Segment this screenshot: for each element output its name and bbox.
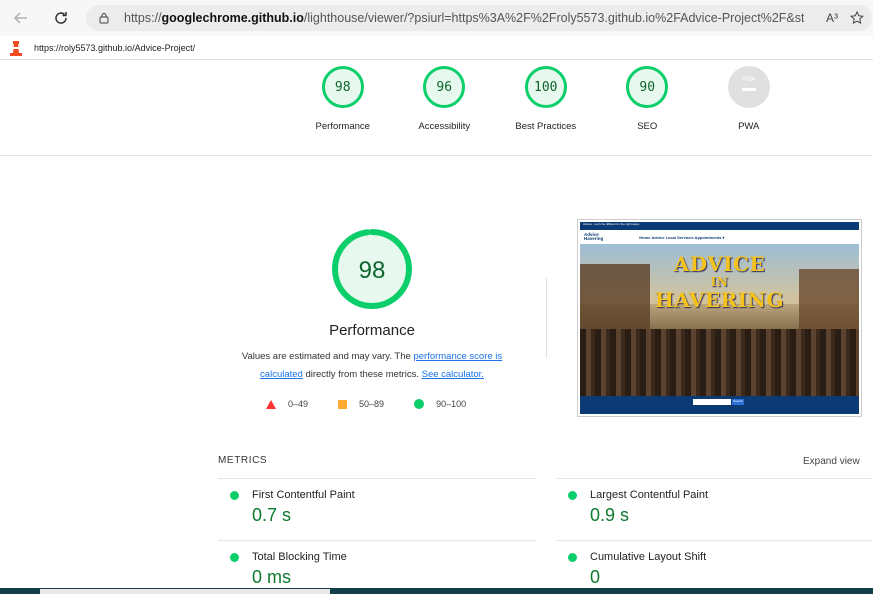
url-domain: googlechrome.github.io xyxy=(161,11,304,25)
thumb-title-line: HAVERING xyxy=(654,288,785,312)
thumb-footer: Search xyxy=(580,396,859,414)
gauge-score: 100 xyxy=(524,66,567,108)
url-prefix: https:// xyxy=(124,11,162,25)
square-icon xyxy=(338,399,348,409)
pass-circle-icon xyxy=(568,552,577,562)
gauge-best-practices[interactable]: 100 Best Practices xyxy=(495,66,597,132)
thumb-title-line: ADVICE xyxy=(673,252,766,276)
metric-name: Total Blocking Time xyxy=(252,551,347,563)
metric-fcp: First Contentful Paint 0.7 s xyxy=(218,489,538,526)
legend-range: 0–49 xyxy=(288,399,309,409)
gauge-label: Accessibility xyxy=(418,121,471,132)
desc-text-2: directly from these metrics. xyxy=(302,369,422,380)
gauge-score: 96 xyxy=(423,66,466,108)
metrics-divider xyxy=(556,478,873,479)
address-bar-actions: A³ xyxy=(826,5,864,31)
metric-value: 0 ms xyxy=(252,567,292,587)
section-divider xyxy=(546,278,547,358)
legend-average: 50–89 xyxy=(338,399,384,409)
performance-score: 98 xyxy=(359,257,386,284)
gauge-label: Best Practices xyxy=(515,121,577,132)
metric-value: 0.7 s xyxy=(252,505,292,525)
metrics-heading: METRICS xyxy=(218,455,268,466)
see-calculator-link[interactable]: See calculator. xyxy=(422,369,484,380)
thumb-brand: Advice Havering xyxy=(584,232,604,241)
back-button[interactable] xyxy=(10,7,32,29)
thumb-search-input xyxy=(693,399,731,405)
legend-range: 50–89 xyxy=(359,399,385,409)
header-divider xyxy=(0,155,873,156)
metric-name: First Contentful Paint xyxy=(252,489,355,501)
metrics-divider xyxy=(556,540,873,541)
gauge-accessibility[interactable]: 96 Accessibility xyxy=(394,66,496,132)
score-legend: 0–49 50–89 90–100 xyxy=(266,399,496,409)
thumb-nav: Advice Havering Home Advice Local Service… xyxy=(580,230,859,244)
pwa-badge-icon: PWA xyxy=(727,66,770,108)
taskbar-segment xyxy=(40,589,330,594)
gauge-label: SEO xyxy=(637,121,658,132)
expand-view-toggle[interactable]: Expand view xyxy=(803,456,860,467)
desc-text-1: Values are estimated and may vary. The xyxy=(241,351,414,362)
gauge-pwa[interactable]: PWA PWA xyxy=(698,66,800,132)
metrics-divider xyxy=(218,478,536,479)
legend-pass: 90–100 xyxy=(414,399,466,409)
circle-icon xyxy=(414,399,425,409)
tested-url[interactable]: https://roly5573.github.io/Advice-Projec… xyxy=(34,43,195,53)
pwa-dash-icon xyxy=(741,88,756,91)
thumb-topbar: Advice - Let's be different in the right… xyxy=(580,222,859,230)
thumb-crowd xyxy=(580,329,859,396)
address-bar[interactable]: https://googlechrome.github.io/lighthous… xyxy=(86,5,872,31)
gauge-score: 90 xyxy=(626,66,669,108)
report-url-bar: https://roly5573.github.io/Advice-Projec… xyxy=(0,36,873,60)
legend-fail: 0–49 xyxy=(266,399,308,409)
gauge-score: 98 xyxy=(321,66,364,108)
browser-toolbar: https://googlechrome.github.io/lighthous… xyxy=(0,0,873,36)
metric-name: Cumulative Layout Shift xyxy=(590,551,707,563)
thumb-brand-line: Havering xyxy=(584,236,604,241)
arrow-left-icon xyxy=(13,12,27,24)
gauge-seo[interactable]: 90 SEO xyxy=(597,66,699,132)
thumb-title-line: IN xyxy=(710,275,729,289)
metrics-divider xyxy=(218,540,536,541)
url-path: /lighthouse/viewer/?psiurl=https%3A%2F%2… xyxy=(303,11,804,25)
metric-cls: Cumulative Layout Shift 0 xyxy=(556,551,873,588)
url-text: https://googlechrome.github.io/lighthous… xyxy=(124,11,804,25)
favorite-star-icon[interactable] xyxy=(850,11,864,25)
pwa-badge-text: PWA xyxy=(742,77,756,84)
pass-circle-icon xyxy=(230,552,239,562)
refresh-button[interactable] xyxy=(50,7,72,29)
thumb-nav-links: Home Advice Local Services Appointments … xyxy=(639,234,725,240)
pass-circle-icon xyxy=(230,490,239,500)
refresh-icon xyxy=(55,12,67,24)
pass-circle-icon xyxy=(568,490,577,500)
category-gauges: 98 Performance 96 Accessibility 100 Best… xyxy=(292,66,800,132)
gauge-label: PWA xyxy=(738,121,760,132)
metric-name: Largest Contentful Paint xyxy=(590,489,709,501)
performance-title: Performance xyxy=(329,322,415,339)
legend-range: 90–100 xyxy=(436,399,467,409)
final-screenshot[interactable]: Advice - Let's be different in the right… xyxy=(577,219,862,417)
lock-icon xyxy=(99,13,109,24)
read-aloud-button[interactable]: A³ xyxy=(826,11,838,25)
performance-description: Values are estimated and may vary. The p… xyxy=(222,348,522,384)
metric-lcp: Largest Contentful Paint 0.9 s xyxy=(556,489,873,526)
performance-gauge: 98 xyxy=(332,229,412,309)
metric-value: 0 xyxy=(590,567,601,587)
screenshot-image: Advice - Let's be different in the right… xyxy=(580,222,859,414)
triangle-icon xyxy=(266,399,276,409)
lighthouse-logo-icon xyxy=(10,40,22,56)
thumb-hero-image: ADVICE IN HAVERING xyxy=(580,244,859,396)
metric-tbt: Total Blocking Time 0 ms xyxy=(218,551,538,588)
gauge-label: Performance xyxy=(315,121,370,132)
thumb-search-button: Search xyxy=(732,399,744,405)
thumb-search-button-label: Search xyxy=(733,399,743,403)
gauge-performance[interactable]: 98 Performance xyxy=(292,66,394,132)
metric-value: 0.9 s xyxy=(590,505,630,525)
